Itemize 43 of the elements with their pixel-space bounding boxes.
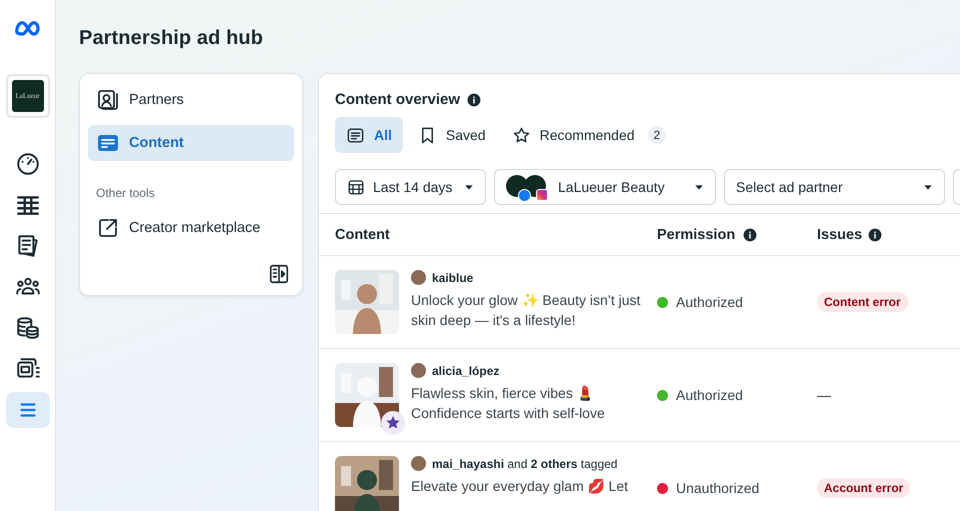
post-caption: Elevate your everyday glam 💋 Let [411,477,629,496]
issue-tag: Content error [817,292,908,312]
section-label: Other tools [95,185,156,202]
star-icon [512,126,531,144]
user-avatar [411,363,426,378]
collapse-panel-icon[interactable] [268,263,290,285]
author-name: mai_hayashi and 2 others tagged [432,456,618,470]
page-title: Partnership ad hub [79,27,264,50]
coins-icon [14,315,40,341]
permission-status: Authorized [676,294,743,310]
author-name: kaiblue [432,270,474,284]
info-icon[interactable] [868,228,882,242]
section-title: Content overview [335,91,460,108]
nav-item[interactable]: Partners [88,82,294,118]
filter-dropdown[interactable]: Select ad partner [724,169,945,205]
column-header: Content [335,226,390,242]
filter-tab[interactable]: Saved [406,117,497,153]
permission-status: Unauthorized [676,480,760,496]
portrait-icon [96,88,120,112]
filter-dropdown[interactable]: Last 14 days [335,169,486,205]
count-badge: 2 [648,126,666,144]
gauge-icon [14,151,40,177]
post-caption: Unlock your glow ✨ Beauty isn’t just skin deep — it's a lifestyle! [411,291,642,330]
issue-text: — [817,387,831,403]
list-icon [346,126,365,144]
calendar-icon [347,178,365,196]
info-icon[interactable] [467,92,482,106]
issue-tag: Account error [817,478,910,498]
filter-tab[interactable]: All [335,117,403,153]
info-icon[interactable] [743,228,758,242]
user-avatar [411,456,426,471]
filter-dropdown[interactable]: LaLueuer Beauty [494,169,716,205]
author-name: alicia_lópez [432,364,500,378]
post-caption: Flawless skin, fierce vibes 💄 Confidence starts with self-love [411,384,606,423]
user-avatar [411,270,426,285]
nav-link[interactable]: Creator marketplace [88,210,294,246]
account-avatars-drawing [506,173,550,201]
filter-tab[interactable]: Recommended [500,117,646,153]
permission-status: Authorized [676,387,743,403]
column-header: Permission [657,226,736,242]
nav-item[interactable]: Content [88,125,294,161]
column-header: Issues [817,226,862,242]
external-link-icon [96,216,120,240]
